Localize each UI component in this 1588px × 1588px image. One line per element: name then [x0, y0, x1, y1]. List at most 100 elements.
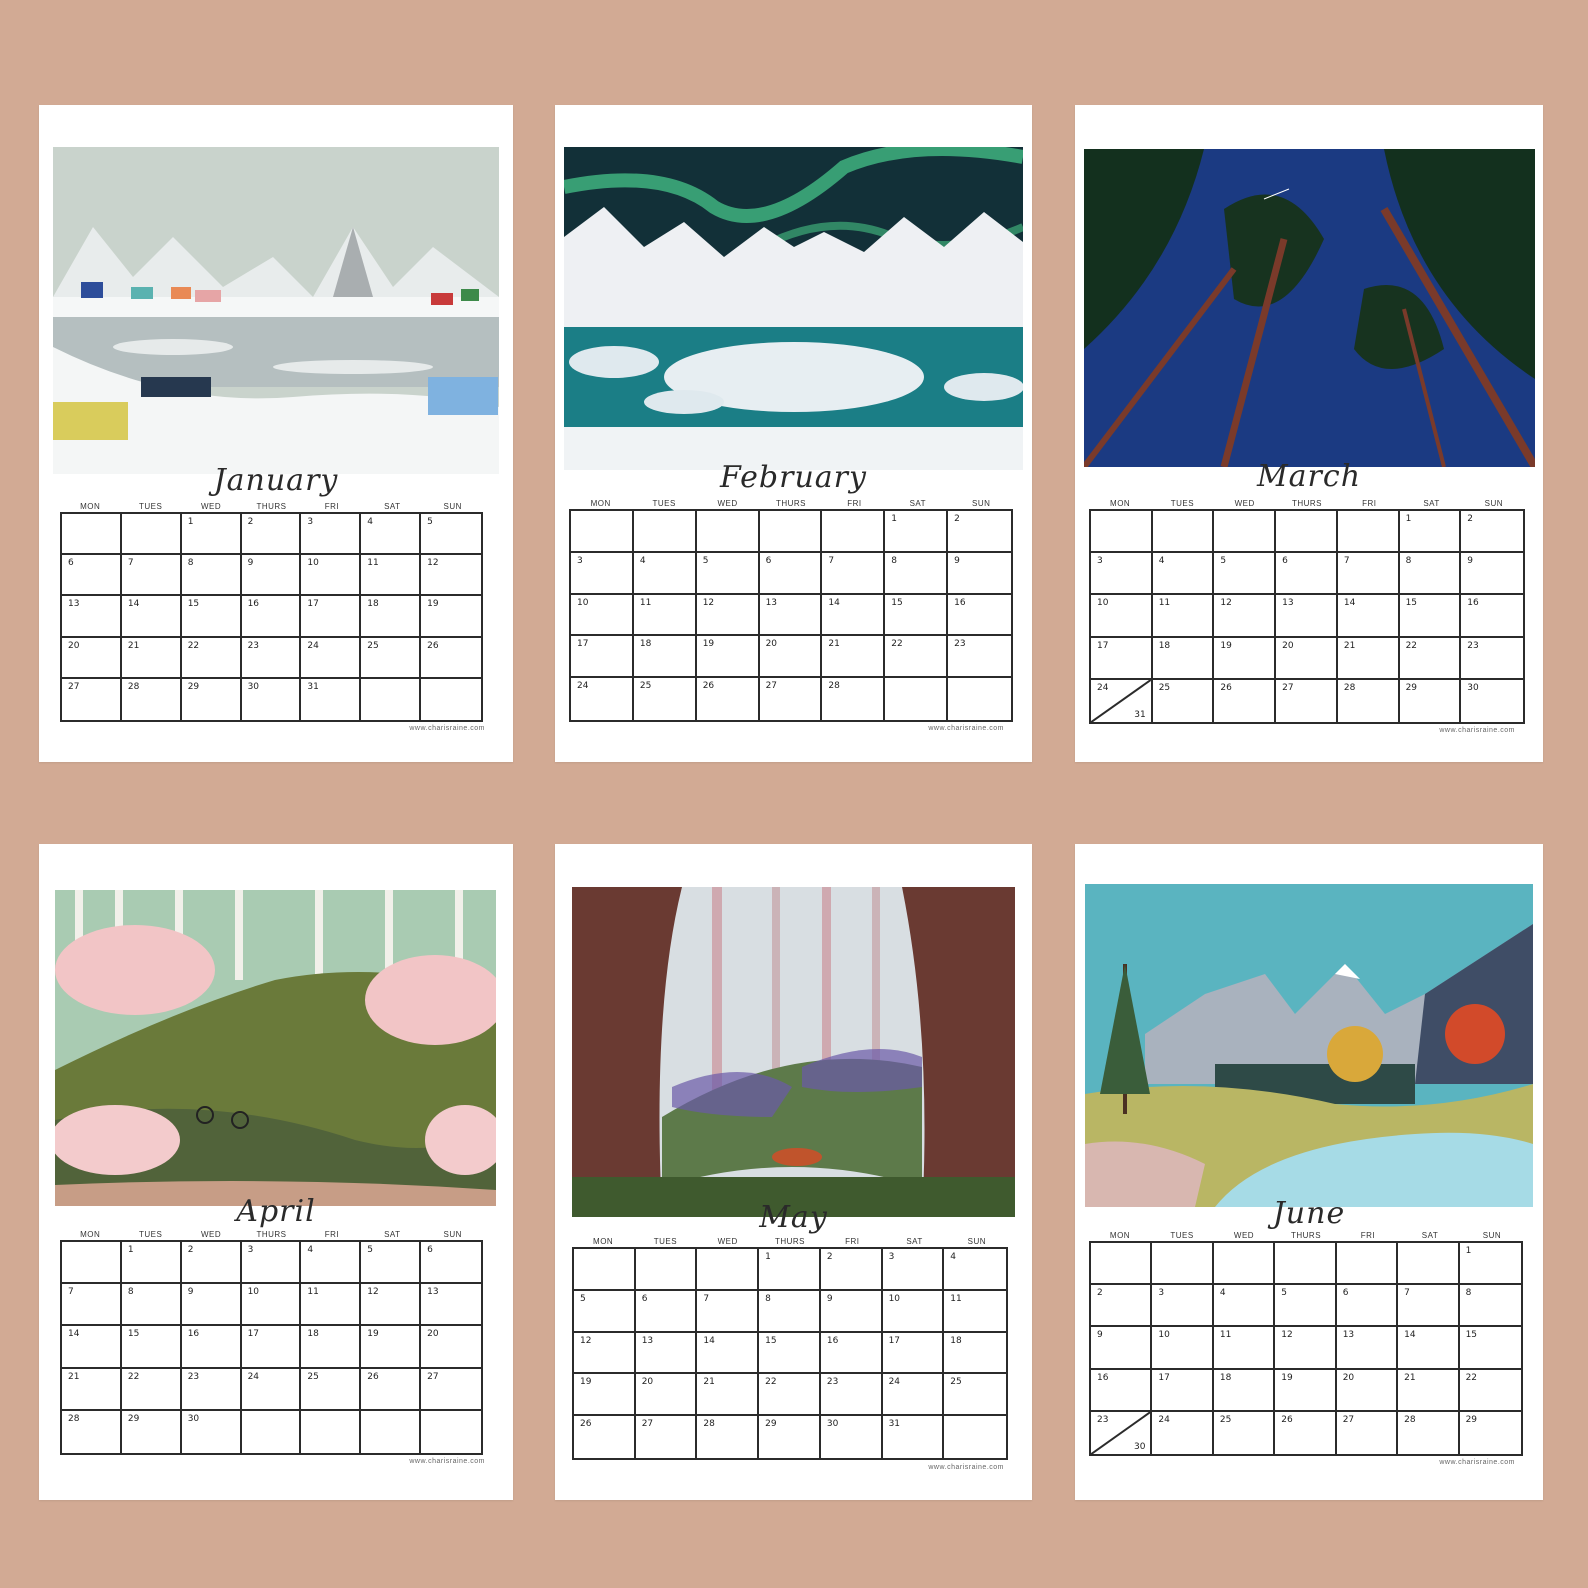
day-number: 23: [826, 1377, 839, 1388]
day-cell: [1214, 511, 1277, 554]
day-cell: 14: [121, 596, 182, 638]
day-cell: 16: [948, 595, 1011, 637]
day-number: 24: [1158, 1414, 1170, 1425]
day-cell: 24: [571, 678, 634, 720]
day-cell: 9: [1091, 1327, 1153, 1370]
day-cell: 9: [181, 1284, 242, 1327]
day-number: 12: [580, 1335, 592, 1346]
day-cell: 8: [759, 1290, 821, 1333]
weekday-label: TUES: [652, 499, 676, 508]
day-cell: 8: [1399, 553, 1462, 596]
day-number: 24: [307, 640, 319, 651]
day-cell: 20: [421, 1326, 481, 1369]
day-cell: 11: [361, 555, 422, 597]
day-cell: 26: [361, 1368, 422, 1411]
day-cell: 1: [121, 1242, 182, 1285]
day-cell: 3: [571, 552, 634, 595]
day-cell: 30: [1461, 680, 1523, 722]
march-illustration: [1084, 149, 1535, 467]
day-cell: 27: [1276, 679, 1338, 722]
day-number: 14: [1343, 598, 1356, 609]
weekday-header: MON TUES WED THURS FRI SAT SUN: [569, 499, 1013, 508]
day-cell: 14: [1398, 1327, 1460, 1370]
day-cell: 22: [759, 1374, 821, 1417]
day-number: 31: [888, 1419, 901, 1430]
day-cell: 11: [1152, 595, 1215, 638]
day-cell: 5: [696, 552, 760, 595]
day-cell: 28: [697, 1416, 760, 1458]
day-cell: 14: [1337, 595, 1400, 638]
day-cell: 13: [62, 596, 122, 638]
day-cell: 12: [361, 1284, 422, 1327]
day-cell: 10: [241, 1284, 302, 1327]
weekday-label: SUN: [443, 502, 462, 511]
day-cell: 9: [1461, 553, 1523, 596]
day-number: 29: [1465, 1414, 1478, 1425]
day-cell: 23: [241, 637, 302, 679]
calendar-page-april: April MON TUES WED THURS FRI SAT SUN 123456789…: [39, 844, 513, 1500]
day-number: 12: [1281, 1330, 1293, 1341]
day-cell: 25: [944, 1374, 1006, 1417]
day-cell: [421, 1411, 481, 1453]
website-credit: www.charisraine.com: [1439, 727, 1515, 734]
day-number: 20: [641, 1377, 654, 1388]
weekday-label: THURS: [775, 499, 806, 508]
day-cell: 3: [1091, 553, 1153, 596]
day-cell: 7: [1398, 1285, 1460, 1328]
day-cell: [696, 511, 760, 553]
day-cell: 25: [301, 1368, 362, 1411]
day-cell: 6: [1276, 553, 1338, 596]
day-number: 7: [828, 555, 835, 566]
day-number: 30: [187, 1413, 200, 1424]
day-number: 10: [1158, 1330, 1170, 1341]
day-number: 6: [68, 558, 74, 569]
website-credit: www.charisraine.com: [928, 1464, 1004, 1471]
calendar-page-june: June MON TUES WED THURS FRI SAT SUN 1234567891…: [1075, 844, 1543, 1500]
day-number: 8: [1405, 556, 1412, 567]
day-cell: 4: [1213, 1285, 1276, 1328]
weekday-header: MON TUES WED THURS FRI SAT SUN: [1089, 499, 1525, 508]
day-cell: [421, 679, 481, 720]
weekday-label: WED: [1233, 1231, 1255, 1240]
day-cell: 7: [822, 552, 886, 595]
website-credit: www.charisraine.com: [928, 725, 1004, 732]
day-number: 27: [641, 1419, 654, 1430]
day-cell: [948, 678, 1011, 720]
day-number: 7: [127, 558, 134, 569]
day-number: 17: [1097, 640, 1109, 651]
day-number: 22: [891, 639, 903, 650]
day-cell: 17: [301, 596, 362, 638]
day-cell: 2: [820, 1249, 883, 1291]
day-number: 4: [639, 555, 646, 566]
weekday-label: TUES: [1170, 1231, 1194, 1240]
day-number: 13: [1282, 598, 1294, 609]
day-cell: [62, 514, 122, 556]
month-title-june: June: [1272, 1196, 1346, 1231]
day-number: 20: [427, 1329, 439, 1340]
day-cell: 4: [1152, 553, 1215, 596]
day-cell: [822, 511, 886, 553]
day-number: 14: [703, 1335, 715, 1346]
day-cell: 2: [181, 1242, 242, 1285]
weekday-label: MON: [1109, 1231, 1131, 1240]
day-number: 12: [367, 1287, 379, 1298]
day-cell: 21: [697, 1374, 760, 1417]
day-number: 24: [577, 681, 589, 692]
day-number: 27: [427, 1371, 439, 1382]
day-cell: 27: [421, 1369, 481, 1411]
day-number: 25: [307, 1371, 319, 1382]
day-cell: 19: [574, 1374, 636, 1417]
day-number: 21: [703, 1377, 715, 1388]
day-number: 24: [888, 1377, 901, 1388]
day-cell: 23: [1461, 638, 1523, 680]
day-number: 20: [68, 640, 80, 651]
day-number: 5: [1281, 1288, 1288, 1299]
website-credit: www.charisraine.com: [409, 1458, 485, 1465]
calendar-page-march: March MON TUES WED THURS FRI SAT SUN 123456789…: [1075, 105, 1543, 762]
day-cell: 18: [301, 1326, 362, 1369]
day-cell: 20: [1276, 637, 1338, 680]
day-number: 15: [187, 599, 200, 610]
day-number: 13: [68, 599, 80, 610]
day-cell: 21: [1337, 637, 1400, 680]
day-cell: [361, 678, 422, 720]
